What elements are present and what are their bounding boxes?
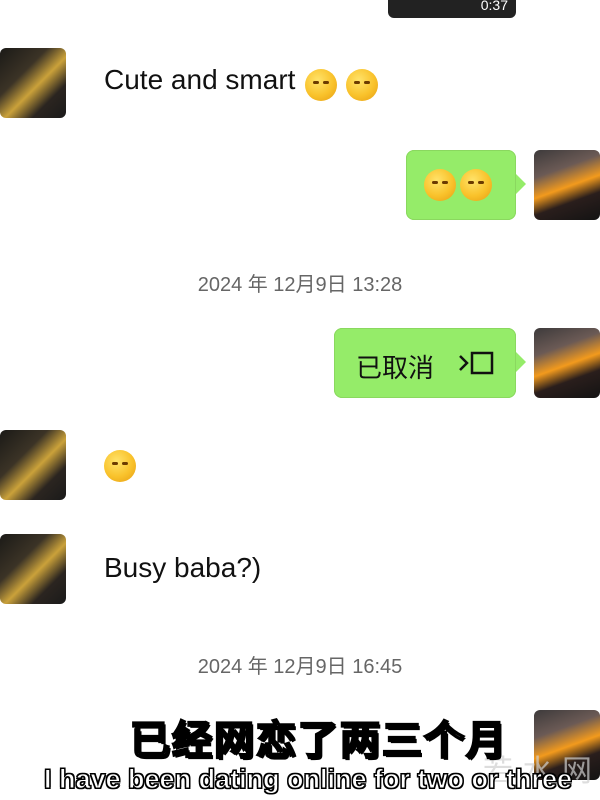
timestamp: 2024 年 12月9日 16:45 (197, 656, 403, 678)
cancelled-call-icon (458, 350, 494, 376)
received-message[interactable] (104, 450, 136, 482)
contact-avatar[interactable] (0, 48, 66, 118)
sent-message-bubble[interactable] (406, 150, 526, 220)
message-text: 已取消 (356, 353, 435, 383)
angry-emoji (104, 450, 136, 482)
my-avatar[interactable] (534, 328, 600, 398)
hand-over-mouth-emoji (460, 169, 492, 201)
subtitle-chinese: 已经网恋了两三个月 (129, 717, 508, 765)
smirk-emoji (304, 68, 337, 101)
sent-message-bubble[interactable]: 已取消 (334, 328, 526, 398)
received-message[interactable]: Busy baba?) (104, 552, 261, 584)
video-message-thumbnail[interactable]: 0:37 (388, 0, 516, 18)
my-avatar[interactable] (534, 150, 600, 220)
contact-avatar[interactable] (0, 430, 66, 500)
message-text: Cute and smart (104, 64, 296, 95)
mischief-emoji (345, 68, 378, 101)
contact-avatar[interactable] (0, 534, 66, 604)
hand-over-mouth-emoji (424, 169, 456, 201)
subtitle-english: I have been dating online for two or thr… (44, 764, 573, 795)
timestamp: 2024 年 12月9日 13:28 (197, 274, 403, 296)
video-duration: 0:37 (480, 0, 508, 13)
message-text: Busy baba?) (104, 552, 262, 583)
received-message[interactable]: Cute and smart (104, 64, 378, 101)
